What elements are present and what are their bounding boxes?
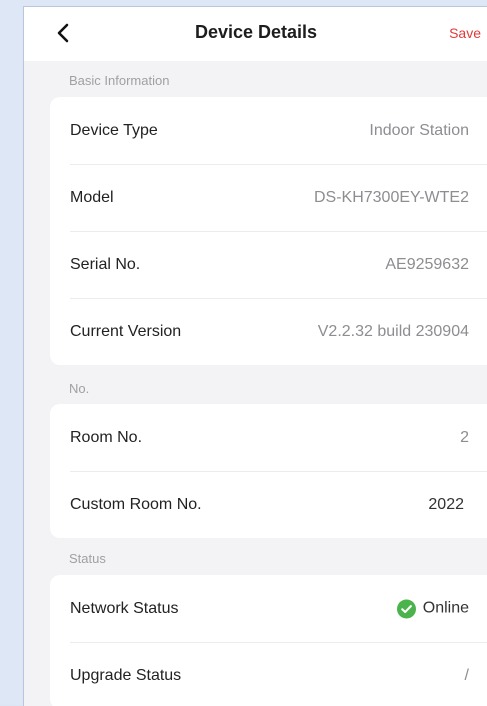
row-room-no[interactable]: Room No. 2 [50,404,487,471]
navigation-bar: Device Details Save [24,7,487,61]
check-circle-icon [396,599,416,618]
row-value: DS-KH7300EY-WTE2 [313,188,469,206]
room-number-card: Room No. 2 Custom Room No. 2022 [50,404,487,538]
row-label: Upgrade Status [70,666,182,684]
row-label: Serial No. [70,255,141,273]
row-label: Device Type [70,121,158,139]
row-label: Current Version [70,322,182,340]
row-value: 2022 [428,495,464,513]
row-label: Model [70,188,114,206]
row-value: / [464,666,469,684]
row-value: Indoor Station [369,121,469,139]
row-custom-room-no[interactable]: Custom Room No. 2022 [50,471,487,538]
network-status-value: Online [396,599,469,618]
row-value: AE9259632 [385,255,469,273]
row-device-type[interactable]: Device Type Indoor Station [50,97,487,164]
row-value: 2 [460,428,469,446]
basic-information-card: Device Type Indoor Station Model DS-KH73… [50,97,487,365]
section-label-no: No. [69,381,90,396]
row-label: Network Status [70,599,179,617]
row-upgrade-status[interactable]: Upgrade Status / [50,642,487,706]
status-badge: Online [422,599,469,617]
row-model[interactable]: Model DS-KH7300EY-WTE2 [50,164,487,231]
row-current-version[interactable]: Current Version V2.2.32 build 230904 [50,298,487,365]
row-network-status[interactable]: Network Status Online [50,575,487,642]
status-card: Network Status Online Upgrade Status / [50,575,487,706]
save-button[interactable]: Save [449,25,481,41]
row-label: Room No. [70,428,143,446]
row-label: Custom Room No. [70,495,202,513]
page-title: Device Details [194,22,318,42]
section-label-basic-information: Basic Information [69,73,170,88]
row-value: V2.2.32 build 230904 [317,322,469,340]
device-details-screen: Device Details Save Basic Information De… [23,6,487,706]
row-serial-no[interactable]: Serial No. AE9259632 [50,231,487,298]
section-label-status: Status [69,551,106,566]
